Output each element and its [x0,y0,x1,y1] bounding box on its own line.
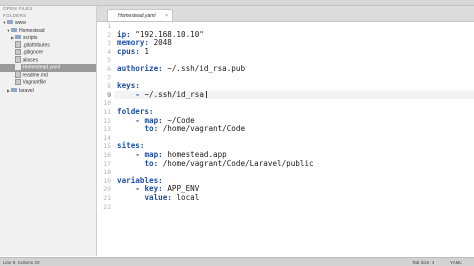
yaml-value: ~/.ssh/id_rsa [144,89,204,99]
file-icon [15,48,21,55]
line-number: 8 [107,82,111,91]
yaml-key: cpus: [117,46,140,56]
line-number-gutter: 1 2 3 4 5 6 7 8 9 10 11 12 13 14 15 16 1… [97,22,114,256]
file-icon [15,78,21,85]
sidebar-item-label: scripts [23,35,38,41]
yaml-key: value: [144,193,172,202]
line-number: 17 [103,159,111,168]
line-number: 20 [103,185,111,194]
line-number: 13 [103,125,111,134]
yaml-value: 2048 [149,38,172,48]
line-number: 2 [107,30,111,39]
yaml-value: /home/vagrant/Code [158,124,246,134]
code-line: to: /home/vagrant/Code [117,124,246,134]
yaml-value: /home/vagrant/Code/Laravel/public [158,158,314,168]
line-number: 22 [103,202,111,211]
sidebar-item-label: Homestead.yaml [22,64,61,71]
sidebar-item-label: Vagrantfile [22,79,47,86]
file-icon [15,56,21,63]
yaml-key: to: [144,124,159,134]
line-number: 6 [107,65,111,73]
sidebar-item-vagrantfile[interactable]: Vagrantfile [0,78,96,87]
code-editor[interactable]: ip: "192.168.10.10" memory: 2048 cpus: 1… [115,22,474,256]
code-line: to: /home/vagrant/Code/Laravel/public [117,158,314,169]
line-number: 21 [103,194,111,202]
line-number: 3 [107,39,111,48]
line-number: 15 [103,142,111,151]
folder-icon [11,87,17,92]
tab-label: Homestead.yaml [118,13,156,19]
line-number: 7 [107,73,111,82]
yaml-value: ~/.ssh/id_rsa.pub [162,64,246,73]
sidebar-item-label: readme.md [22,72,48,79]
line-number: 14 [103,133,111,142]
line-number: 1 [107,22,111,30]
line-number: 4 [107,47,111,56]
file-icon [15,63,21,70]
line-number: 5 [107,56,111,65]
sidebar-item-label: .gitignore [22,49,44,56]
editor-window: OPEN FILES FOLDERS ▼ www ▼ Homestead ▶ scri… [0,0,474,266]
yaml-value: 1 [139,46,150,56]
file-icon [15,71,21,78]
line-number: 9 [107,90,111,99]
sidebar-item-laravel[interactable]: ▶ laravel [0,87,96,95]
close-icon[interactable]: × [165,10,168,22]
line-number: 10 [103,99,111,108]
sidebar-item-homestead[interactable]: ▼ Homestead [0,27,96,35]
yaml-key: to: [144,158,159,168]
text-cursor [205,91,207,99]
sidebar-item-label: Homestead [19,27,45,34]
line-number: 11 [103,108,111,116]
folder-icon [15,35,21,40]
sidebar-item-label: www [15,20,26,26]
line-number: 16 [103,151,111,159]
cursor-position: Line 9, Column 20 [3,260,40,265]
sidebar-item-label: aliases [22,57,39,64]
folders-header: FOLDERS [3,13,27,18]
code-line: authorize: ~/.ssh/id_rsa.pub [117,64,246,74]
yaml-key: authorize: [117,64,163,73]
sidebar: OPEN FILES FOLDERS ▼ www ▼ Homestead ▶ scri… [0,6,97,256]
folder-icon [11,27,17,32]
status-bar: Line 9, Column 20 Tab Size: 4 YAML [0,257,474,266]
line-number: 19 [103,176,111,185]
file-icon [15,41,21,48]
folder-icon [7,20,13,25]
line-number: 12 [103,116,111,125]
current-line: - ~/.ssh/id_rsa [115,89,474,100]
yaml-value: local [171,193,200,202]
line-number: 18 [103,168,111,177]
sidebar-item-www[interactable]: ▼ www [0,19,96,27]
tab-bar: Homestead.yaml × [97,6,474,22]
sidebar-item-label: laravel [19,87,34,94]
tab-homestead-yaml[interactable]: Homestead.yaml × [107,9,173,21]
sidebar-item-label: .gitattributes [22,42,50,49]
tab-size-selector[interactable]: Tab Size: 4 [412,258,434,266]
code-line: cpus: 1 [117,46,150,57]
code-line: value: local [117,193,200,203]
syntax-selector[interactable]: YAML [450,258,462,266]
